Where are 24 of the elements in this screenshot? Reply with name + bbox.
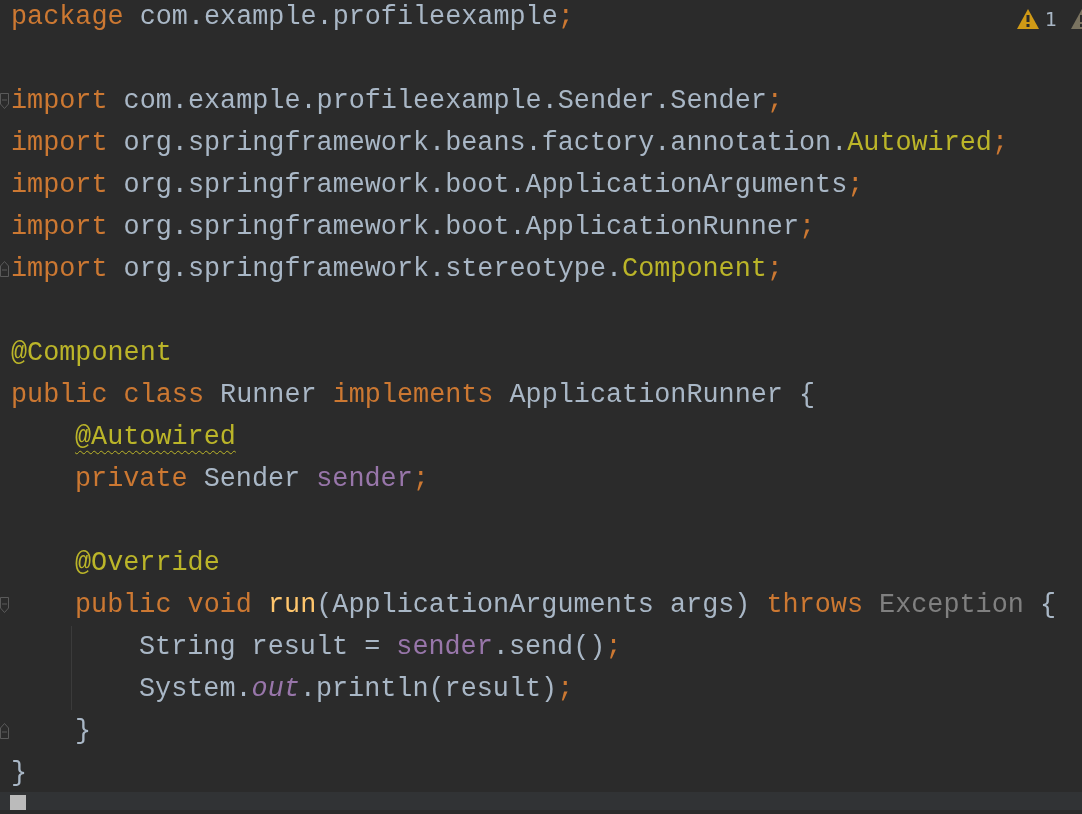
fold-end-icon[interactable] bbox=[0, 261, 9, 277]
code-line: import org.springframework.stereotype.Component; bbox=[11, 254, 783, 284]
warning-icon[interactable] bbox=[1016, 9, 1039, 29]
code-line: private Sender sender; bbox=[75, 464, 429, 494]
code-line: public class Runner implements ApplicationRunner { bbox=[11, 380, 816, 410]
code-line: package com.example.profileexample; bbox=[11, 2, 574, 32]
code-line: public void run(ApplicationArguments args) throws Exception { bbox=[75, 590, 1056, 620]
code-line: import com.example.profileexample.Sender.Sender; bbox=[11, 86, 783, 116]
fold-end-icon[interactable] bbox=[0, 723, 9, 739]
code-line: } bbox=[11, 758, 28, 788]
code-line: @Override bbox=[75, 548, 220, 578]
code-line: String result = sender.send(); bbox=[139, 632, 622, 662]
code-line: System.out.println(result); bbox=[139, 674, 574, 704]
code-line: } bbox=[75, 716, 92, 746]
code-line: import org.springframework.boot.ApplicationRunner; bbox=[11, 212, 816, 242]
code-line: import org.springframework.boot.ApplicationArguments; bbox=[11, 170, 864, 200]
code-line: @Autowired bbox=[75, 422, 236, 452]
fold-start-icon[interactable] bbox=[0, 597, 9, 613]
code-line: @Component bbox=[11, 338, 172, 368]
cursor-block bbox=[10, 795, 26, 810]
warning-icon[interactable] bbox=[1071, 9, 1082, 29]
fold-start-icon[interactable] bbox=[0, 93, 9, 109]
code-line: import org.springframework.beans.factory.annotation.Autowired; bbox=[11, 128, 1009, 158]
warning-count: 1 bbox=[1044, 9, 1057, 29]
